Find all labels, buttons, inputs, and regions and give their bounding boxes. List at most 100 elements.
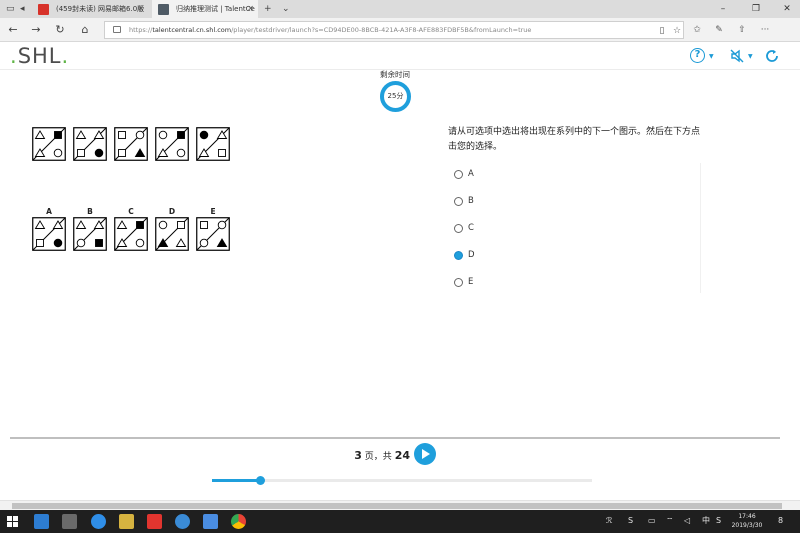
back-icon[interactable]: ← bbox=[4, 21, 22, 39]
shl-logo: .SHL. bbox=[10, 44, 70, 68]
shl-favicon-icon bbox=[158, 4, 169, 15]
people-icon[interactable]: ℛ bbox=[606, 515, 612, 527]
mail-icon bbox=[38, 4, 49, 15]
radio-b[interactable] bbox=[454, 197, 463, 206]
network-icon[interactable]: ⌔ bbox=[666, 515, 674, 527]
option-letter: C bbox=[128, 207, 134, 216]
browser-window: ▭ ◂ (459封未读) 网易邮箱6.0版 ✕ 归纳推理测试 | TalentC… bbox=[0, 0, 800, 533]
sequence-box bbox=[73, 127, 107, 161]
edge-icon[interactable] bbox=[175, 514, 190, 529]
favorite-star-icon[interactable]: ☆ bbox=[668, 22, 686, 40]
radio-a[interactable] bbox=[454, 170, 463, 179]
square-outline-shape bbox=[200, 221, 208, 229]
app-header: .SHL. ? ▼ ▼ bbox=[0, 42, 800, 70]
circle-outline-shape bbox=[158, 130, 168, 140]
tab-active-label: 归纳推理测试 | TalentCe bbox=[176, 5, 255, 13]
clock-date: 2019/3/30 bbox=[731, 522, 763, 529]
store-icon[interactable] bbox=[62, 514, 77, 529]
timer-value: 25分 bbox=[387, 92, 404, 100]
favorites-icon[interactable]: ✩ bbox=[688, 21, 706, 39]
progress-knob bbox=[255, 476, 265, 485]
answer-option-box bbox=[73, 217, 107, 251]
horizontal-scrollbar[interactable] bbox=[0, 500, 800, 510]
choice-a-label: A bbox=[468, 169, 474, 179]
maximize-icon[interactable]: ❐ bbox=[745, 0, 767, 18]
close-icon[interactable]: ✕ bbox=[247, 0, 254, 18]
square-outline-shape bbox=[77, 149, 85, 157]
chevron-down-icon[interactable]: ▼ bbox=[748, 53, 753, 60]
more-icon[interactable]: ··· bbox=[756, 21, 774, 39]
square-outline-shape bbox=[218, 149, 226, 157]
task-view-icon[interactable] bbox=[34, 514, 49, 529]
circle-outline-shape bbox=[53, 148, 63, 158]
tab-menu-icon[interactable]: ⌄ bbox=[282, 0, 290, 18]
address-bar[interactable]: https://talentcentral.cn.shl.com/player/… bbox=[104, 21, 684, 39]
reload-icon[interactable] bbox=[764, 48, 780, 64]
choice-c-label: C bbox=[468, 223, 474, 233]
answer-option-box bbox=[114, 217, 148, 251]
clock-time: 17:46 bbox=[738, 513, 756, 520]
tab-active-test[interactable]: 归纳推理测试 | TalentCe ✕ bbox=[152, 0, 258, 18]
windows-start-icon[interactable] bbox=[7, 516, 18, 527]
mail-app-icon[interactable] bbox=[203, 514, 218, 529]
radio-d[interactable] bbox=[454, 251, 463, 260]
app-k-icon[interactable] bbox=[91, 514, 106, 529]
square-outline-shape bbox=[118, 131, 126, 139]
option-letter: E bbox=[210, 207, 216, 216]
sequence-box bbox=[114, 127, 148, 161]
chevron-down-icon[interactable]: ▼ bbox=[709, 53, 714, 60]
option-letter: B bbox=[87, 207, 93, 216]
app-s2-icon[interactable]: S bbox=[716, 515, 721, 527]
radio-c[interactable] bbox=[454, 224, 463, 233]
chrome-icon[interactable] bbox=[231, 514, 246, 529]
timer-label: 剩余时间 bbox=[380, 70, 410, 79]
radio-e[interactable] bbox=[454, 278, 463, 287]
circle-outline-shape bbox=[135, 130, 145, 140]
sequence-box bbox=[196, 127, 230, 161]
volume-icon[interactable]: ◁ bbox=[684, 515, 690, 527]
file-explorer-icon[interactable] bbox=[119, 514, 134, 529]
next-button[interactable] bbox=[414, 443, 436, 465]
refresh-icon[interactable]: ↻ bbox=[51, 21, 69, 39]
clock[interactable]: 17:46 2019/3/30 bbox=[728, 512, 766, 530]
option-letter: D bbox=[168, 207, 176, 216]
ime-indicator[interactable]: 中 bbox=[702, 515, 710, 527]
answer-option-box bbox=[196, 217, 230, 251]
app-red-icon[interactable] bbox=[147, 514, 162, 529]
sound-muted-icon[interactable] bbox=[729, 48, 745, 64]
timer-ring: 25分 bbox=[380, 81, 411, 112]
option-letter: A bbox=[46, 207, 52, 216]
answer-choices: A B C D E bbox=[443, 163, 701, 293]
square-filled-shape bbox=[54, 131, 62, 139]
tab-list-icon[interactable]: ▭ bbox=[6, 0, 15, 18]
tab-back-icon[interactable]: ◂ bbox=[20, 0, 25, 18]
circle-outline-shape bbox=[176, 148, 186, 158]
circle-outline-shape bbox=[199, 238, 209, 248]
lock-icon bbox=[113, 26, 121, 33]
help-icon[interactable]: ? bbox=[690, 48, 705, 63]
tab-mail[interactable]: (459封未读) 网易邮箱6.0版 ✕ bbox=[32, 0, 148, 18]
navigation-bar: ← → ↻ ⌂ https://talentcentral.cn.shl.com… bbox=[0, 18, 800, 42]
taskbar: ℛ S ▭ ⌔ ◁ 中 S 17:46 2019/3/30 8 bbox=[0, 510, 800, 533]
tab-mail-label: (459封未读) 网易邮箱6.0版 bbox=[56, 5, 145, 13]
choice-d-label: D bbox=[468, 250, 475, 260]
new-tab-icon[interactable]: + bbox=[264, 0, 272, 18]
circle-outline-shape bbox=[158, 220, 168, 230]
battery-icon[interactable]: ▭ bbox=[648, 515, 656, 527]
home-icon[interactable]: ⌂ bbox=[76, 21, 94, 39]
circle-outline-shape bbox=[217, 220, 227, 230]
choice-b-label: B bbox=[468, 196, 474, 206]
close-icon[interactable]: ✕ bbox=[137, 0, 144, 18]
share-icon[interactable]: ⇧ bbox=[733, 21, 751, 39]
progress-fill bbox=[212, 479, 260, 482]
question-text: 请从可选项中选出将出现在系列中的下一个图示。然后在下方点击您的选择。 bbox=[448, 127, 701, 152]
scrollbar-thumb[interactable] bbox=[12, 503, 782, 509]
sequence-box bbox=[155, 127, 189, 161]
notes-icon[interactable]: ✎ bbox=[710, 21, 728, 39]
minimize-icon[interactable]: – bbox=[712, 0, 734, 18]
notification-icon[interactable]: 8 bbox=[778, 515, 783, 527]
app-s-icon[interactable]: S bbox=[628, 515, 633, 527]
forward-icon[interactable]: → bbox=[27, 21, 45, 39]
sequence-box bbox=[32, 127, 66, 161]
window-close-icon[interactable]: ✕ bbox=[776, 0, 798, 18]
